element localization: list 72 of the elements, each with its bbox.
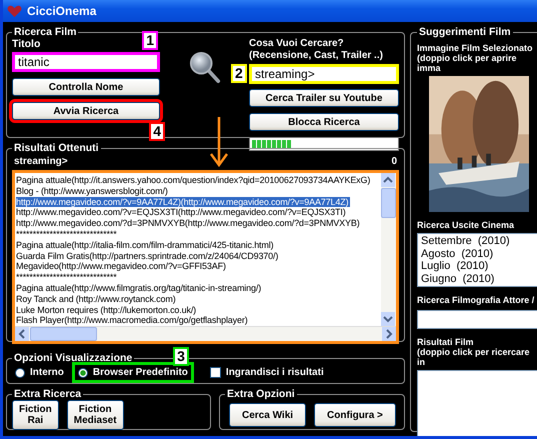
group-title: Opzioni Visualizzazione xyxy=(13,352,134,364)
callout-number: 1 xyxy=(142,31,158,50)
radio-label: Browser Predefinito xyxy=(92,367,188,378)
image-hint: (doppio click per aprire imma xyxy=(417,53,518,73)
scroll-thumb[interactable] xyxy=(30,327,97,342)
result-line[interactable]: Pagina attuale(http://it.answers.yahoo.com/question/index?qid=20100627093734AAYKExG) xyxy=(16,175,372,186)
field-label: Titolo xyxy=(12,38,40,50)
vertical-scrollbar[interactable] xyxy=(381,173,396,326)
radio-button[interactable] xyxy=(15,368,25,378)
result-line[interactable]: Pagina attuale(http://www.filmgratis.org/tag/titanic-in-streaming/) xyxy=(16,282,264,294)
youtube-trailer-button[interactable]: Cerca Trailer su Youtube xyxy=(249,89,399,107)
window-title: CicciOnema xyxy=(27,4,96,18)
checkbox[interactable] xyxy=(210,367,221,378)
down-arrow xyxy=(209,117,229,167)
film-results-list[interactable] xyxy=(417,370,537,436)
group-title: Ricerca Film xyxy=(13,26,78,38)
image-label: Immagine Film Selezionato xyxy=(417,43,534,53)
result-line[interactable]: ****************************** xyxy=(16,228,119,240)
group-title: Suggerimenti Film xyxy=(418,26,512,38)
radio-button[interactable] xyxy=(78,368,88,378)
release-item[interactable]: Settembre (2010) xyxy=(421,235,535,248)
callout-number: 4 xyxy=(149,122,165,141)
scroll-thumb[interactable] xyxy=(381,188,396,218)
field-label: Cosa Vuoi Cercare? xyxy=(249,38,345,50)
result-line[interactable]: Blog - (http://www.yanswersblogit.com/) xyxy=(16,186,170,197)
horizontal-scrollbar[interactable] xyxy=(15,327,396,342)
callout-number: 2 xyxy=(231,64,247,83)
fiction-button[interactable]: Fiction Mediaset xyxy=(66,400,124,430)
releases-list[interactable]: Settembre (2010) Agosto (2010) Luglio (2010) Giugno (2010) xyxy=(417,233,537,287)
actor-search-field[interactable] xyxy=(417,310,537,329)
result-line[interactable]: Pagina attuale(http://italia-film.com/film-drammatici/425-titanic.html) xyxy=(16,240,276,251)
field-hint: (Recensione, Cast, Trailer ..) xyxy=(249,50,384,62)
radio-label: Interno xyxy=(30,367,64,378)
film-results-label: Risultati Film xyxy=(417,337,475,347)
search-type-field[interactable]: streaming> xyxy=(249,64,399,84)
result-line[interactable]: Flash Player(http://www.macromedia.com/go/getflashplayer) xyxy=(16,315,250,326)
scroll-left-icon[interactable] xyxy=(15,327,29,342)
scroll-down-icon[interactable] xyxy=(381,312,395,326)
scroll-right-icon[interactable] xyxy=(382,327,396,342)
result-line[interactable]: Guarda Film Gratis(http://partners.sprintrade.com/z/24064/CD9370/) xyxy=(16,250,280,262)
magnifier-icon xyxy=(188,50,220,84)
results-list[interactable] xyxy=(15,173,396,328)
wiki-search-button[interactable]: Cerca Wiki xyxy=(229,403,306,427)
film-results-hint: (doppio click per ricercare in xyxy=(417,347,531,367)
release-item[interactable]: Agosto (2010) xyxy=(421,248,535,260)
result-line[interactable]: http://www.megavideo.com/?d=3PNMVXYB(http://www.megavideo.com/?d=3PNMVXYB) xyxy=(16,218,362,229)
result-line[interactable]: Luke Morton requires (http://lukemorton.co.uk/) xyxy=(16,304,198,316)
cinema-label: Ricerca Uscite Cinema xyxy=(417,220,516,230)
query-text: streaming> xyxy=(14,156,68,167)
filmography-label: Ricerca Filmografia Attore / xyxy=(417,295,535,305)
scroll-up-icon[interactable] xyxy=(381,173,395,187)
result-line[interactable]: ****************************** xyxy=(16,272,119,283)
release-item[interactable]: Giugno (2010) xyxy=(421,272,535,285)
check-name-button[interactable]: Controlla Nome xyxy=(12,78,160,96)
group-title: Extra Opzioni xyxy=(226,388,296,400)
title-field[interactable]: titanic xyxy=(12,52,160,72)
checkbox-label: Ingrandisci i risultati xyxy=(226,367,324,378)
result-count: 0 xyxy=(391,156,397,167)
group-title: Extra Ricerca xyxy=(13,388,82,400)
fiction-button[interactable]: Fiction Rai xyxy=(12,400,59,430)
radio-option[interactable]: Interno xyxy=(12,365,67,380)
stop-search-button[interactable]: Blocca Ricerca xyxy=(249,113,399,131)
release-item[interactable]: Luglio (2010) xyxy=(421,260,535,272)
result-line[interactable]: Roy Tanck and (http://www.roytanck.com) xyxy=(16,294,178,305)
configure-button[interactable]: Configura > xyxy=(314,403,396,427)
callout-number: 3 xyxy=(173,347,189,366)
radio-option[interactable]: Browser Predefinito xyxy=(74,365,191,380)
result-line[interactable]: http://www.megavideo.com/?v=EQJSX3TI(http://www.megavideo.com/?v=EQJSX3TI) xyxy=(16,207,348,218)
start-search-button[interactable]: Avvia Ricerca xyxy=(12,102,160,120)
heart-icon xyxy=(7,4,22,18)
group-title: Risultati Ottenuti xyxy=(13,142,100,154)
result-line[interactable]: Megavideo(http://www.megavideo.com/?v=GFFI53AF) xyxy=(16,261,228,272)
